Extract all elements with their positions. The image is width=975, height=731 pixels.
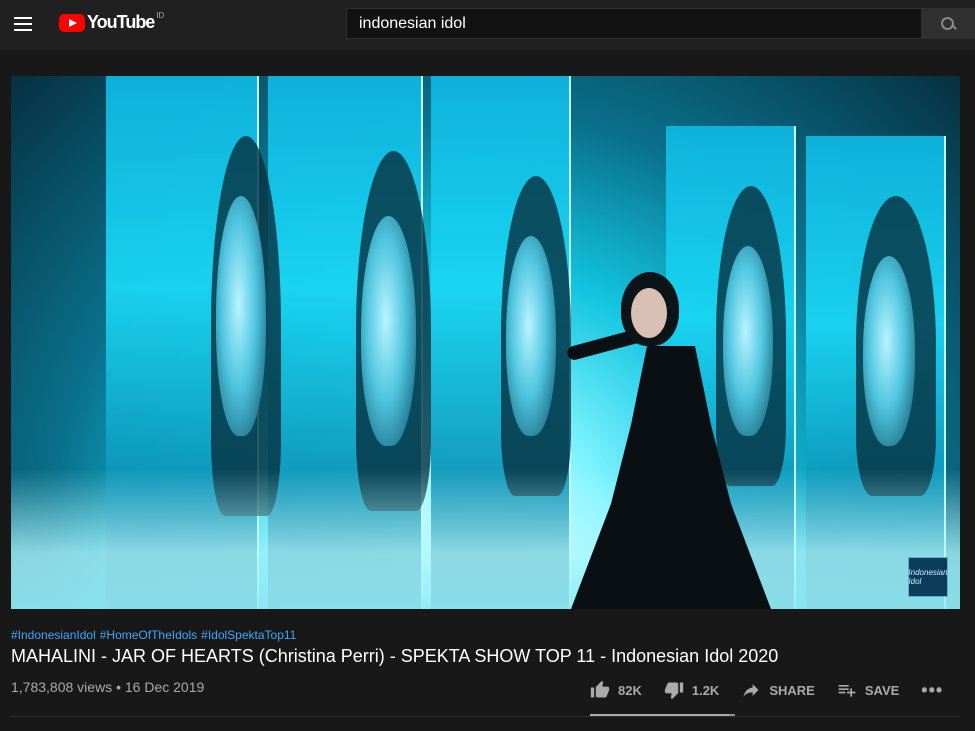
video-player[interactable]: Indonesian Idol	[11, 76, 960, 609]
screen-portrait-face	[216, 196, 266, 436]
share-arrow-icon	[743, 684, 759, 697]
thumbs-up-icon	[590, 680, 610, 698]
playlist-add-icon	[838, 685, 856, 697]
video-meta: 1,783,808 views • 16 Dec 2019	[11, 679, 204, 695]
divider	[11, 716, 960, 717]
screen-portrait-face	[723, 246, 773, 436]
hashtag-link[interactable]: #IdolSpektaTop11	[201, 628, 296, 642]
search-button[interactable]	[921, 8, 975, 39]
view-count: 1,783,808 views	[11, 679, 113, 695]
screen-portrait-face	[506, 236, 556, 436]
thumbs-down-icon	[664, 682, 684, 700]
screen-portrait-face	[863, 256, 915, 446]
search-input[interactable]: indonesian idol	[346, 8, 922, 39]
hamburger-menu-icon[interactable]	[11, 13, 35, 37]
singer-face	[631, 288, 667, 338]
save-button[interactable]: SAVE	[837, 680, 899, 700]
youtube-logo[interactable]: YouTube ID	[59, 11, 165, 33]
stage-fog	[11, 469, 960, 609]
channel-watermark[interactable]: Indonesian Idol	[908, 557, 948, 597]
more-actions-button[interactable]: •••	[921, 680, 943, 701]
hashtag-link[interactable]: #IndonesianIdol	[11, 628, 96, 642]
like-count: 82K	[618, 682, 642, 698]
more-horizontal-icon: •••	[921, 679, 944, 700]
video-title: MAHALINI - JAR OF HEARTS (Christina Perr…	[11, 646, 779, 666]
dislike-button[interactable]: 1.2K	[664, 680, 719, 700]
country-code: ID	[156, 11, 165, 20]
screen-portrait-face	[361, 216, 416, 446]
meta-separator: •	[116, 679, 121, 695]
youtube-play-icon	[59, 13, 85, 32]
hashtag-list: #IndonesianIdol #HomeOfTheIdols #IdolSpe…	[11, 628, 296, 642]
save-label: SAVE	[864, 682, 900, 698]
share-label: SHARE	[769, 682, 815, 698]
upload-date: 16 Dec 2019	[124, 679, 205, 695]
search-icon	[940, 16, 956, 32]
logo-text: YouTube	[87, 12, 155, 32]
video-actions: 82K 1.2K SHARE SAVE •••	[590, 676, 943, 704]
hashtag-link[interactable]: #HomeOfTheIdols	[100, 628, 197, 642]
masthead: YouTube ID indonesian idol	[0, 0, 975, 50]
dislike-count: 1.2K	[691, 682, 720, 698]
like-button[interactable]: 82K	[590, 680, 642, 700]
share-button[interactable]: SHARE	[741, 680, 815, 700]
